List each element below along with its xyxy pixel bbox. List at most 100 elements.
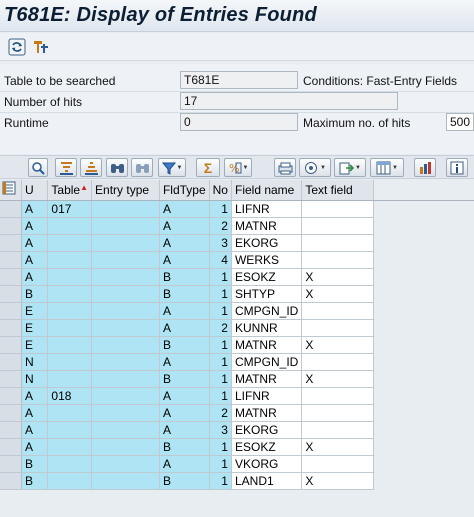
column-header-no[interactable]: No (209, 180, 232, 201)
cell-table[interactable] (47, 302, 93, 320)
cell-no[interactable]: 1 (209, 302, 232, 320)
cell-u[interactable]: B (21, 472, 49, 490)
select-all-button[interactable] (0, 180, 23, 201)
cell-fldtype[interactable]: A (159, 353, 210, 371)
cell-u[interactable]: A (21, 438, 49, 456)
row-selector[interactable] (0, 370, 23, 388)
cell-fldtype[interactable]: A (159, 404, 210, 422)
cell-entry-type[interactable] (91, 387, 160, 405)
cell-field-name[interactable]: LIFNR (231, 387, 303, 405)
row-selector[interactable] (0, 268, 23, 286)
table-row[interactable]: B B 1 SHTYP X (0, 285, 474, 303)
cell-table[interactable]: 017 (47, 200, 93, 218)
cell-no[interactable]: 1 (209, 438, 232, 456)
cell-no[interactable]: 1 (209, 200, 232, 218)
table-row[interactable]: A A 2 MATNR (0, 404, 474, 422)
cell-text-field[interactable]: X (301, 268, 374, 286)
table-row[interactable]: E A 2 KUNNR (0, 319, 474, 337)
cell-fldtype[interactable]: B (159, 285, 210, 303)
row-selector[interactable] (0, 455, 23, 473)
sort-ascending-button[interactable] (55, 158, 77, 177)
cell-fldtype[interactable]: A (159, 200, 210, 218)
find-button[interactable] (106, 158, 128, 177)
row-selector[interactable] (0, 472, 23, 490)
refresh-button[interactable] (6, 37, 28, 57)
cell-field-name[interactable]: CMPGN_ID (231, 353, 303, 371)
cell-table[interactable] (47, 421, 93, 439)
cell-entry-type[interactable] (91, 421, 160, 439)
information-button[interactable] (446, 158, 468, 177)
column-header-text-field[interactable]: Text field (301, 180, 374, 201)
views-button[interactable]: ▼ (299, 158, 331, 177)
cell-table[interactable] (47, 217, 93, 235)
cell-fldtype[interactable]: A (159, 234, 210, 252)
cell-fldtype[interactable]: A (159, 302, 210, 320)
table-row[interactable]: A A 3 EKORG (0, 234, 474, 252)
table-row[interactable]: E B 1 MATNR X (0, 336, 474, 354)
cell-u[interactable]: A (21, 251, 49, 269)
row-selector[interactable] (0, 336, 23, 354)
table-row[interactable]: A A 3 EKORG (0, 421, 474, 439)
cell-field-name[interactable]: KUNNR (231, 319, 303, 337)
cell-entry-type[interactable] (91, 268, 160, 286)
cell-u[interactable]: A (21, 268, 49, 286)
cell-table[interactable] (47, 455, 93, 473)
table-row[interactable]: B B 1 LAND1 X (0, 472, 474, 490)
cell-u[interactable]: B (21, 285, 49, 303)
cell-field-name[interactable]: MATNR (231, 404, 303, 422)
cell-u[interactable]: E (21, 319, 49, 337)
cell-u[interactable]: E (21, 302, 49, 320)
cell-fldtype[interactable]: B (159, 370, 210, 388)
cell-text-field[interactable]: X (301, 285, 374, 303)
cell-field-name[interactable]: VKORG (231, 455, 303, 473)
cell-field-name[interactable]: ESOKZ (231, 438, 303, 456)
row-selector[interactable] (0, 421, 23, 439)
cell-field-name[interactable]: WERKS (231, 251, 303, 269)
row-selector[interactable] (0, 353, 23, 371)
cell-no[interactable]: 2 (209, 217, 232, 235)
cell-entry-type[interactable] (91, 336, 160, 354)
cell-field-name[interactable]: ESOKZ (231, 268, 303, 286)
cell-u[interactable]: N (21, 370, 49, 388)
cell-table[interactable] (47, 353, 93, 371)
technical-settings-button[interactable] (30, 37, 52, 57)
cell-field-name[interactable]: MATNR (231, 370, 303, 388)
cell-entry-type[interactable] (91, 234, 160, 252)
cell-fldtype[interactable]: B (159, 438, 210, 456)
cell-entry-type[interactable] (91, 455, 160, 473)
cell-fldtype[interactable]: A (159, 421, 210, 439)
cell-entry-type[interactable] (91, 319, 160, 337)
cell-field-name[interactable]: LAND1 (231, 472, 303, 490)
column-header-table[interactable]: Table▲ (47, 180, 93, 201)
cell-no[interactable]: 1 (209, 285, 232, 303)
cell-text-field[interactable] (301, 421, 374, 439)
cell-no[interactable]: 3 (209, 421, 232, 439)
cell-u[interactable]: N (21, 353, 49, 371)
cell-text-field[interactable] (301, 353, 374, 371)
row-selector[interactable] (0, 438, 23, 456)
details-button[interactable] (28, 158, 48, 177)
cell-no[interactable]: 1 (209, 472, 232, 490)
find-next-button[interactable] (131, 158, 153, 177)
row-selector[interactable] (0, 285, 23, 303)
cell-entry-type[interactable] (91, 353, 160, 371)
max-hits-field[interactable]: 500 (446, 113, 474, 131)
cell-no[interactable]: 2 (209, 404, 232, 422)
cell-no[interactable]: 4 (209, 251, 232, 269)
cell-table[interactable] (47, 234, 93, 252)
row-selector[interactable] (0, 251, 23, 269)
filter-button[interactable]: ▼ (158, 158, 186, 177)
cell-no[interactable]: 3 (209, 234, 232, 252)
column-header-u[interactable]: U (21, 180, 49, 201)
cell-field-name[interactable]: MATNR (231, 217, 303, 235)
cell-fldtype[interactable]: A (159, 251, 210, 269)
cell-no[interactable]: 2 (209, 319, 232, 337)
cell-table[interactable] (47, 404, 93, 422)
table-row[interactable]: E A 1 CMPGN_ID (0, 302, 474, 320)
cell-entry-type[interactable] (91, 370, 160, 388)
table-row[interactable]: A 018 A 1 LIFNR (0, 387, 474, 405)
cell-field-name[interactable]: LIFNR (231, 200, 303, 218)
cell-field-name[interactable]: MATNR (231, 336, 303, 354)
cell-text-field[interactable] (301, 251, 374, 269)
cell-fldtype[interactable]: A (159, 217, 210, 235)
